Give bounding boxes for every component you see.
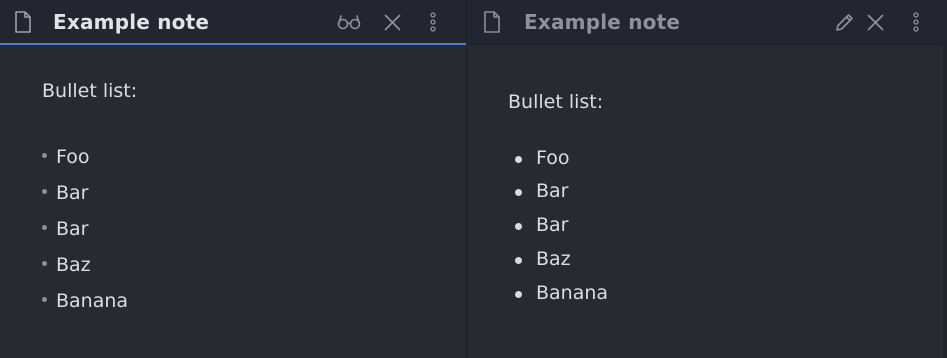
bullet-marker bbox=[42, 153, 47, 158]
bullet-marker bbox=[42, 189, 47, 194]
list-item-text: Baz bbox=[536, 248, 571, 270]
bullet-marker bbox=[515, 291, 522, 298]
close-icon[interactable] bbox=[867, 14, 884, 31]
bullet-marker bbox=[515, 223, 522, 230]
preview-heading: Bullet list: bbox=[508, 91, 604, 113]
list-item-text: Banana bbox=[56, 290, 129, 312]
preview-list-item: Baz bbox=[515, 248, 571, 270]
bullet-marker bbox=[515, 156, 522, 163]
bullet-marker bbox=[515, 189, 522, 196]
file-icon bbox=[484, 11, 500, 33]
source-heading-line: Bullet list: bbox=[42, 80, 138, 102]
editor-content[interactable]: Bullet list: Foo Bar Bar Baz Banana bbox=[0, 45, 466, 358]
reading-view-icon[interactable] bbox=[337, 14, 361, 30]
preview-list-item: Bar bbox=[515, 214, 569, 236]
list-item-text: Bar bbox=[56, 182, 89, 204]
source-list-item: Bar bbox=[42, 182, 89, 204]
source-list-item: Bar bbox=[42, 218, 89, 240]
list-item-text: Foo bbox=[536, 147, 570, 169]
workspace: Example note Bullet list: Foo Bar Bar Ba… bbox=[0, 0, 947, 358]
preview-list-item: Bar bbox=[515, 180, 569, 202]
scrollbar[interactable] bbox=[943, 45, 947, 358]
left-pane-header: Example note bbox=[0, 0, 466, 45]
list-item-text: Bar bbox=[536, 180, 569, 202]
edit-icon[interactable] bbox=[835, 13, 854, 32]
note-title[interactable]: Example note bbox=[53, 10, 209, 34]
preview-list-item: Foo bbox=[515, 147, 570, 169]
bullet-marker bbox=[515, 257, 522, 264]
more-options-icon[interactable] bbox=[913, 12, 919, 32]
list-item-text: Foo bbox=[56, 146, 90, 168]
bullet-marker bbox=[42, 297, 47, 302]
bullet-marker bbox=[42, 261, 47, 266]
note-title[interactable]: Example note bbox=[524, 10, 680, 34]
right-pane-header: Example note bbox=[467, 0, 947, 45]
right-pane: Example note Bullet list: Foo Bar Bar Ba… bbox=[467, 0, 947, 358]
bullet-marker bbox=[42, 225, 47, 230]
source-list-item: Baz bbox=[42, 254, 91, 276]
list-item-text: Bar bbox=[536, 214, 569, 236]
close-icon[interactable] bbox=[384, 14, 401, 31]
file-icon bbox=[15, 11, 31, 33]
list-item-text: Bar bbox=[56, 218, 89, 240]
more-options-icon[interactable] bbox=[430, 12, 436, 32]
source-list-item: Foo bbox=[42, 146, 90, 168]
preview-content: Bullet list: Foo Bar Bar Baz Banana bbox=[467, 45, 947, 358]
preview-list-item: Banana bbox=[515, 282, 609, 304]
list-item-text: Baz bbox=[56, 254, 91, 276]
list-item-text: Banana bbox=[536, 282, 609, 304]
source-list-item: Banana bbox=[42, 290, 128, 312]
left-pane: Example note Bullet list: Foo Bar Bar Ba… bbox=[0, 0, 467, 358]
